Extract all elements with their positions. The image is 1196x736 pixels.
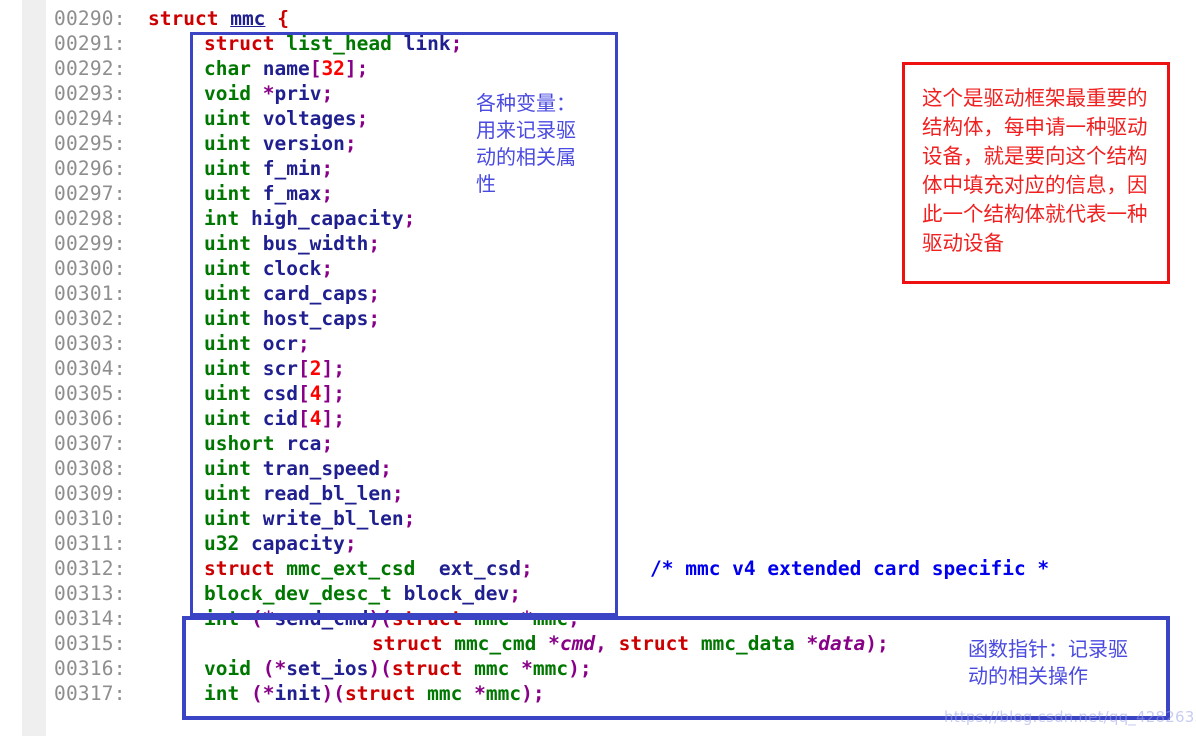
line-number: 00314:: [54, 607, 126, 630]
code-token: struct: [148, 7, 219, 30]
line-number: 00312:: [54, 557, 126, 580]
line-number: 00300:: [54, 257, 126, 280]
code-text: struct mmc {: [148, 6, 289, 31]
line-number: 00295:: [54, 132, 126, 155]
line-number: 00294:: [54, 107, 126, 130]
line-number: 00309:: [54, 482, 126, 505]
line-number: 00308:: [54, 457, 126, 480]
code-token: {: [277, 7, 289, 30]
line-number: 00311:: [54, 532, 126, 555]
line-number: 00313:: [54, 582, 126, 605]
line-number: 00293:: [54, 82, 126, 105]
line-number: 00304:: [54, 357, 126, 380]
line-number: 00310:: [54, 507, 126, 530]
line-number: 00292:: [54, 57, 126, 80]
inline-comment: /* mmc v4 extended card specific *: [650, 557, 1050, 580]
line-number: 00297:: [54, 182, 126, 205]
line-number: 00317:: [54, 682, 126, 705]
line-number: 00307:: [54, 432, 126, 455]
line-number: 00302:: [54, 307, 126, 330]
line-number: 00296:: [54, 157, 126, 180]
line-number: 00291:: [54, 32, 126, 55]
line-number: 00315:: [54, 632, 126, 655]
line-number: 00306:: [54, 407, 126, 430]
line-number: 00316:: [54, 657, 126, 680]
code-token: mmc: [230, 7, 266, 30]
line-number: 00298:: [54, 207, 126, 230]
line-number: 00303:: [54, 332, 126, 355]
function-pointer-annotation-text: 函数指针：记录驱 动的相关操作: [968, 637, 1128, 688]
line-number: 00299:: [54, 232, 126, 255]
csdn-watermark: https://blog.csdn.net/qq_42826337: [944, 708, 1196, 726]
variables-annotation-text: 各种变量： 用来记录驱 动的相关属 性: [476, 91, 576, 196]
line-number: 00301:: [54, 282, 126, 305]
important-note-text: 这个是驱动框架最重要的结构体，每申请一种驱动设备，就是要向这个结构体中填充对应的…: [922, 86, 1148, 255]
line-number: 00290:: [54, 7, 126, 30]
line-number: 00305:: [54, 382, 126, 405]
